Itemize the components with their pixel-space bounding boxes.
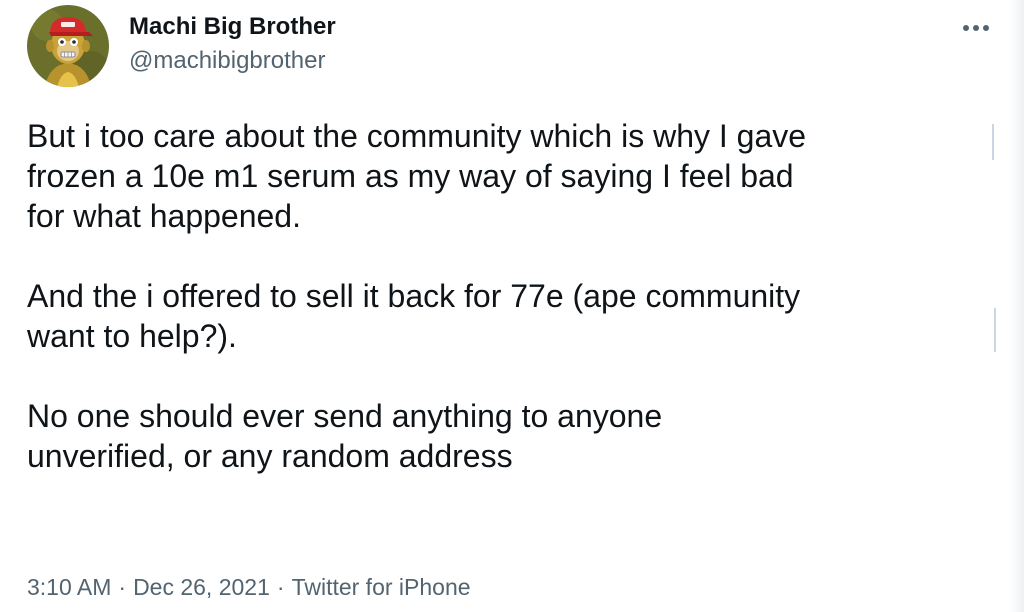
tweet-metadata: 3:10 AM · Dec 26, 2021 · Twitter for iPhone [27,572,471,602]
tweet-date[interactable]: Dec 26, 2021 [133,574,270,600]
author-display-name[interactable]: Machi Big Brother [129,12,336,42]
tweet-line: for what happened. [27,198,301,234]
tweet-line: And the i offered to sell it back for 77… [27,278,801,314]
tweet-paragraph: No one should ever send anything to anyo… [27,396,997,476]
author-avatar[interactable] [27,5,109,87]
tweet-line: unverified, or any random address [27,438,513,474]
more-options-button[interactable] [954,14,998,42]
tweet-line: frozen a 10e m1 serum as my way of sayin… [27,158,794,194]
tweet-source[interactable]: Twitter for iPhone [292,574,471,600]
tweet-paragraph: And the i offered to sell it back for 77… [27,276,997,356]
tweet-text: But i too care about the community which… [27,116,997,476]
tweet-line: want to help?). [27,318,237,354]
text-wrap-marker [992,124,994,160]
meta-separator: · [276,574,285,600]
author-handle[interactable]: @machibigbrother [129,46,325,76]
more-horizontal-icon [963,25,989,31]
tweet-time[interactable]: 3:10 AM [27,574,111,600]
ape-avatar-icon [27,5,109,87]
tweet-line: No one should ever send anything to anyo… [27,398,663,434]
meta-separator: · [118,574,127,600]
tweet-paragraph: But i too care about the community which… [27,116,997,236]
right-edge-shadow [1010,0,1024,612]
tweet-card: Machi Big Brother @machibigbrother But i… [0,0,1024,612]
text-wrap-marker [994,308,996,352]
tweet-line: But i too care about the community which… [27,118,807,154]
